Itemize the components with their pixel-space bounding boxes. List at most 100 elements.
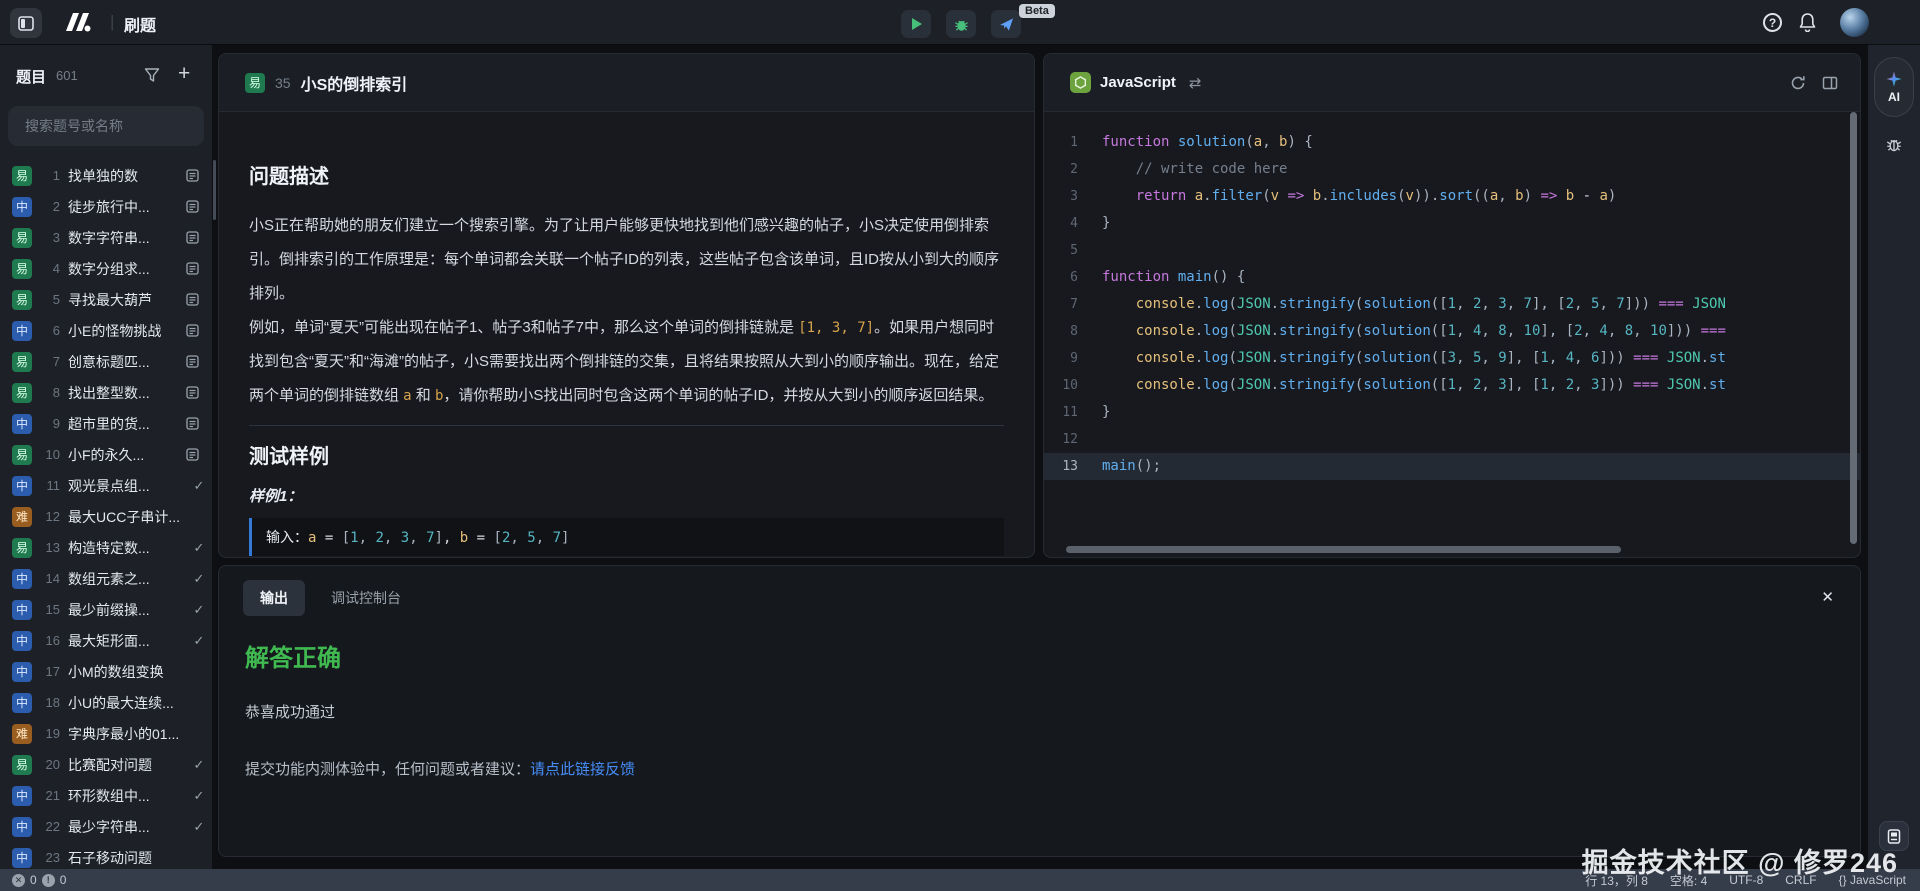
solved-check-icon: ✓ xyxy=(186,478,212,494)
share-button[interactable] xyxy=(991,10,1021,38)
problem-item-number: 4 xyxy=(34,261,60,276)
code-line[interactable]: 11} xyxy=(1044,399,1860,426)
watermark: 掘金技术社区 @ 修罗246 xyxy=(1582,841,1898,880)
memo-icon xyxy=(186,386,212,399)
code-line[interactable]: 6function main() { xyxy=(1044,264,1860,291)
swap-language-icon[interactable]: ⇄ xyxy=(1189,74,1202,92)
problem-item[interactable]: 中22最少字符串...✓ xyxy=(0,811,212,842)
line-number: 13 xyxy=(1044,453,1102,480)
code-line[interactable]: 7 console.log(JSON.stringify(solution([1… xyxy=(1044,291,1860,318)
tab-output[interactable]: 输出 xyxy=(243,580,305,616)
sidebar-toggle-icon xyxy=(18,16,34,31)
code-line[interactable]: 9 console.log(JSON.stringify(solution([3… xyxy=(1044,345,1860,372)
tab-debug-console[interactable]: 调试控制台 xyxy=(331,588,401,608)
difficulty-badge: 中 xyxy=(12,569,32,589)
search-input[interactable] xyxy=(25,118,206,134)
problem-item[interactable]: 易13构造特定数...✓ xyxy=(0,532,212,563)
code-line[interactable]: 4} xyxy=(1044,210,1860,237)
problem-item[interactable]: 易3数字字符串... xyxy=(0,222,212,253)
line-number: 6 xyxy=(1044,264,1102,291)
notifications-button[interactable] xyxy=(1798,12,1817,32)
close-icon[interactable]: ✕ xyxy=(1821,588,1834,606)
problem-item[interactable]: 中21环形数组中...✓ xyxy=(0,780,212,811)
problem-item-number: 5 xyxy=(34,292,60,307)
problem-item[interactable]: 易4数字分组求... xyxy=(0,253,212,284)
difficulty-badge: 易 xyxy=(12,383,32,403)
sidebar-toggle-button[interactable] xyxy=(10,8,42,38)
user-avatar[interactable] xyxy=(1840,8,1869,37)
feedback-link[interactable]: 请点此链接反馈 xyxy=(530,761,635,778)
difficulty-badge: 中 xyxy=(12,848,32,868)
help-button[interactable]: ? xyxy=(1763,13,1782,32)
problem-item[interactable]: 易20比赛配对问题✓ xyxy=(0,749,212,780)
problem-item-number: 11 xyxy=(34,478,60,493)
filter-button[interactable] xyxy=(144,67,160,83)
problem-item[interactable]: 中14数组元素之...✓ xyxy=(0,563,212,594)
problem-item-number: 19 xyxy=(34,726,60,741)
editor-vertical-scrollbar[interactable] xyxy=(1850,112,1857,544)
problem-item[interactable]: 易1找单独的数 xyxy=(0,160,212,191)
warnings-count: 0 xyxy=(60,873,67,887)
difficulty-badge: 中 xyxy=(12,631,32,651)
problem-item[interactable]: 难12最大UCC子串计... xyxy=(0,501,212,532)
errors-icon: ✕ xyxy=(12,874,25,887)
problem-item[interactable]: 中6小E的怪物挑战 xyxy=(0,315,212,346)
debug-run-button[interactable] xyxy=(946,10,976,38)
ai-assistant-button[interactable]: AI xyxy=(1874,57,1914,117)
code-text: } xyxy=(1102,210,1860,237)
code-line[interactable]: 5 xyxy=(1044,237,1860,264)
code-line[interactable]: 12 xyxy=(1044,426,1860,453)
problem-item[interactable]: 中16最大矩形面...✓ xyxy=(0,625,212,656)
add-problem-button[interactable]: + xyxy=(178,62,190,86)
errors-count: 0 xyxy=(30,873,37,887)
sidebar-scrollbar[interactable] xyxy=(213,160,216,220)
problem-item-name: 寻找最大葫芦 xyxy=(68,290,186,310)
problem-item[interactable]: 中15最少前缀操...✓ xyxy=(0,594,212,625)
difficulty-badge: 易 xyxy=(12,166,32,186)
code-area[interactable]: 1function solution(a, b) {2 // write cod… xyxy=(1044,113,1860,557)
line-number: 8 xyxy=(1044,318,1102,345)
run-button[interactable] xyxy=(901,10,931,38)
problem-item[interactable]: 中17小M的数组变换 xyxy=(0,656,212,687)
problem-item[interactable]: 易8找出整型数... xyxy=(0,377,212,408)
problem-description-panel: 易 35 小S的倒排索引 问题描述 小S正在帮助她的朋友们建立一个搜索引擎。为了… xyxy=(218,53,1035,558)
problem-item-name: 数组元素之... xyxy=(68,569,186,589)
problem-sidebar: 题目 601 + 易1找单独的数中2徒步旅行中...易3数字字符串...易4数字… xyxy=(0,45,212,869)
problem-item[interactable]: 中2徒步旅行中... xyxy=(0,191,212,222)
code-text: console.log(JSON.stringify(solution([1, … xyxy=(1102,372,1860,399)
code-line[interactable]: 10 console.log(JSON.stringify(solution([… xyxy=(1044,372,1860,399)
reset-code-button[interactable] xyxy=(1790,75,1806,91)
description-paragraph: 小S正在帮助她的朋友们建立一个搜索引擎。为了让用户能够更快地找到他们感兴趣的帖子… xyxy=(249,209,1004,311)
search-box[interactable] xyxy=(8,106,204,146)
debug-tool-button[interactable] xyxy=(1885,135,1903,153)
problems-counter[interactable]: ✕ 0 ! 0 xyxy=(0,873,66,887)
marscode-logo[interactable] xyxy=(58,8,98,36)
problem-item[interactable]: 中23石子移动问题 xyxy=(0,842,212,869)
description-paragraph: 例如，单词“夏天”可能出现在帖子1、帖子3和帖子7中，那么这个单词的倒排链就是 … xyxy=(249,311,1004,413)
line-number: 4 xyxy=(1044,210,1102,237)
code-editor-panel: JavaScript ⇄ 1function solution(a, b) {2… xyxy=(1043,53,1861,558)
code-line[interactable]: 3 return a.filter(v => b.includes(v)).so… xyxy=(1044,183,1860,210)
problem-item[interactable]: 中18小U的最大连续... xyxy=(0,687,212,718)
memo-icon xyxy=(186,200,212,213)
problem-item[interactable]: 易7创意标题匹... xyxy=(0,346,212,377)
problem-item[interactable]: 易5寻找最大葫芦 xyxy=(0,284,212,315)
problem-item[interactable]: 易10小F的永久... xyxy=(0,439,212,470)
solved-check-icon: ✓ xyxy=(186,602,212,618)
code-line-current[interactable]: 13main(); xyxy=(1044,453,1860,480)
problem-item-name: 找单独的数 xyxy=(68,166,186,186)
code-line[interactable]: 2 // write code here xyxy=(1044,156,1860,183)
editor-horizontal-scrollbar[interactable] xyxy=(1066,546,1621,553)
line-number: 9 xyxy=(1044,345,1102,372)
code-line[interactable]: 8 console.log(JSON.stringify(solution([1… xyxy=(1044,318,1860,345)
problem-item[interactable]: 难19字典序最小的01... xyxy=(0,718,212,749)
problem-item[interactable]: 中9超市里的货... xyxy=(0,408,212,439)
split-layout-button[interactable] xyxy=(1822,75,1838,91)
problem-item-number: 16 xyxy=(34,633,60,648)
code-line[interactable]: 1function solution(a, b) { xyxy=(1044,129,1860,156)
problem-item[interactable]: 中11观光景点组...✓ xyxy=(0,470,212,501)
problem-item-number: 10 xyxy=(34,447,60,462)
help-icon: ? xyxy=(1769,16,1776,30)
problem-item-name: 观光景点组... xyxy=(68,476,186,496)
refresh-icon xyxy=(1790,75,1806,91)
